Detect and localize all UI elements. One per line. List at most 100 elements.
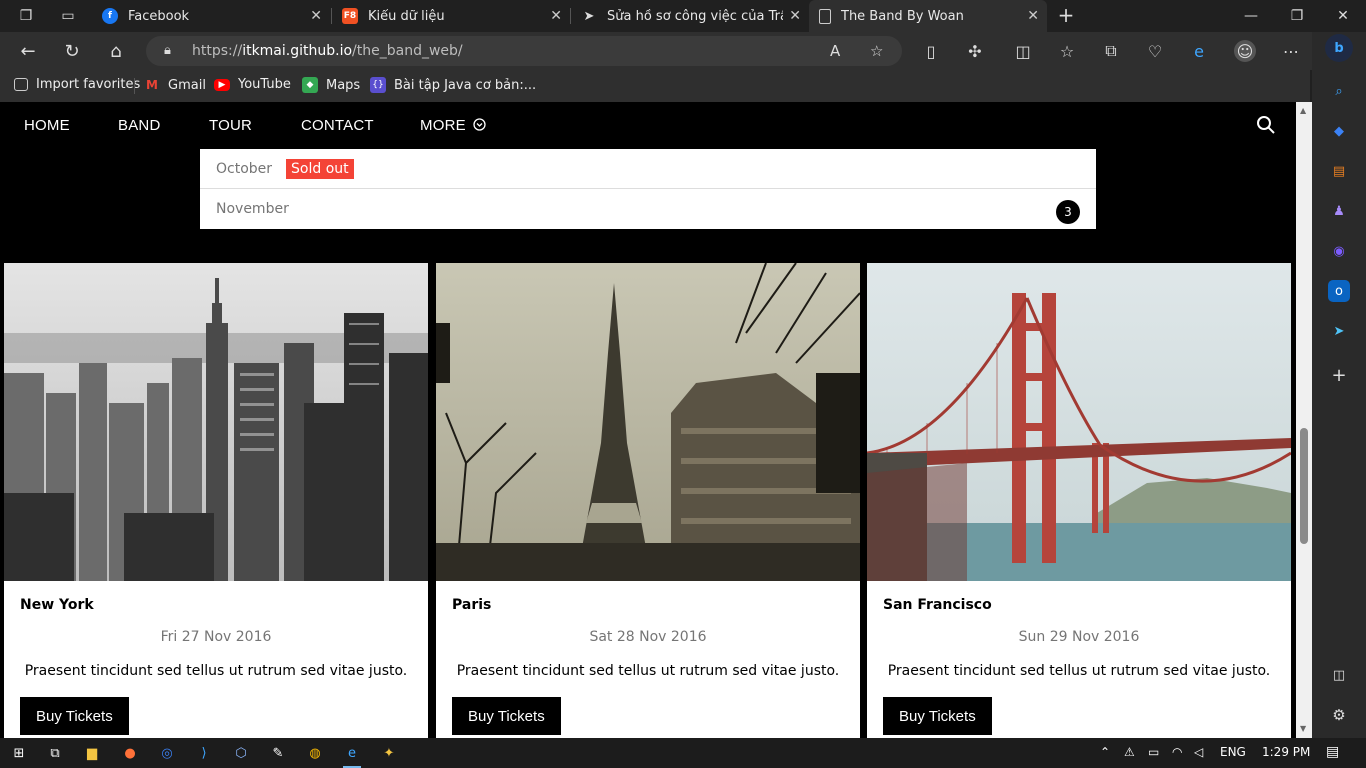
favorites-icon[interactable]: ☆ [1056, 40, 1078, 62]
nav-band[interactable]: BAND [118, 117, 160, 134]
back-icon[interactable]: ← [16, 39, 40, 63]
tab-actions-icon[interactable]: ▭ [54, 4, 82, 28]
wifi-icon[interactable]: ◠ [1172, 745, 1182, 759]
tab-facebook[interactable]: f Facebook ✕ [92, 0, 330, 32]
tray-app-icon[interactable]: ⚠ [1124, 745, 1135, 759]
new-tab-button[interactable]: + [1055, 4, 1077, 28]
home-icon[interactable]: ⌂ [104, 39, 128, 63]
new-york-image [4, 263, 428, 581]
firefox-icon[interactable]: ● [119, 743, 141, 763]
edge-icon[interactable]: e [341, 743, 363, 768]
favorite-gmail[interactable]: M Gmail [144, 77, 206, 93]
f8-icon: F8 [342, 8, 358, 24]
url-host: itkmai.github.io [242, 43, 353, 59]
month-name: November [216, 201, 289, 217]
tour-card-new-york: New York Fri 27 Nov 2016 Praesent tincid… [4, 263, 428, 738]
close-tab-icon[interactable]: ✕ [789, 8, 801, 24]
chrome-icon[interactable]: ◍ [304, 743, 326, 763]
card-date: Sun 29 Nov 2016 [1018, 629, 1140, 645]
tools-icon[interactable]: ▤ [1328, 160, 1350, 182]
outlook-icon[interactable]: o [1328, 280, 1350, 302]
close-tab-icon[interactable]: ✕ [310, 8, 322, 24]
windows-taskbar: ⊞ ⧉ ▆ ● ◎ ⟩ ⬡ ✎ ◍ e ✦ ⌃ ⚠ ▭ ◠ ◁ ENG 1:29… [0, 738, 1366, 768]
favorite-import[interactable]: Import favorites [14, 77, 140, 92]
language-indicator[interactable]: ENG [1220, 745, 1246, 759]
card-city: New York [20, 597, 94, 613]
restore-button[interactable]: ❐ [1274, 0, 1320, 32]
page-icon [819, 8, 831, 24]
ie-mode-icon[interactable]: e [1188, 40, 1210, 62]
page-scrollbar[interactable]: ▲ ▼ [1296, 102, 1312, 738]
arrow-favicon: ➤ [583, 8, 595, 24]
nav-tour[interactable]: TOUR [209, 117, 252, 134]
performance-icon[interactable]: ♡ [1144, 40, 1166, 62]
tray-overflow-icon[interactable]: ⌃ [1100, 745, 1110, 759]
scroll-up-arrow-icon[interactable]: ▲ [1300, 106, 1306, 115]
tab-title: Kiểu dữ liệu [368, 8, 445, 24]
sticky-app-icon[interactable]: ✦ [378, 743, 400, 763]
volume-icon[interactable]: ◁ [1194, 745, 1203, 759]
card-description: Praesent tincidunt sed tellus ut rutrum … [456, 663, 840, 679]
collections-icon[interactable]: ⧉ [1100, 40, 1122, 62]
ticket-count-badge: 3 [1056, 200, 1080, 224]
add-sidebar-app-icon[interactable]: + [1328, 364, 1350, 386]
split-screen-icon[interactable]: ◫ [1012, 40, 1034, 62]
notifications-icon[interactable]: ▤ [1326, 744, 1339, 760]
app-cube-icon[interactable]: ⬡ [230, 743, 252, 763]
nav-home[interactable]: HOME [24, 117, 70, 134]
more-menu-icon[interactable]: ⋯ [1280, 40, 1302, 62]
nav-contact[interactable]: CONTACT [301, 117, 374, 134]
refresh-icon[interactable]: ↻ [60, 39, 84, 63]
scrollbar-thumb[interactable] [1300, 428, 1308, 544]
send-icon[interactable]: ➤ [1328, 320, 1350, 342]
sold-out-badge: Sold out [286, 158, 354, 179]
card-city: Paris [452, 597, 492, 613]
clock[interactable]: 1:29 PM [1262, 745, 1310, 759]
zalo-icon[interactable]: ◎ [156, 743, 178, 763]
card-date: Fri 27 Nov 2016 [160, 629, 272, 645]
tab-title: Sửa hồ sơ công việc của Trần Kim [607, 8, 783, 24]
url-scheme: https:// [192, 43, 243, 59]
task-view-icon[interactable]: ⧉ [44, 743, 66, 763]
phone-icon[interactable]: ▯ [920, 40, 942, 62]
bing-chat-icon[interactable]: b [1325, 34, 1353, 62]
search-icon[interactable]: ⌕ [1328, 80, 1350, 102]
profile-avatar[interactable]: ☺ [1234, 40, 1256, 62]
month-row-november: November 3 [200, 189, 1096, 229]
read-aloud-icon[interactable]: A [830, 42, 840, 60]
office-icon[interactable]: ◉ [1328, 240, 1350, 262]
close-window-button[interactable]: ✕ [1320, 0, 1366, 32]
favorite-star-icon[interactable]: ☆ [870, 42, 883, 60]
java-icon: {} [370, 77, 386, 93]
month-name: October [216, 160, 273, 177]
tab-ho-so[interactable]: ➤ Sửa hồ sơ công việc của Trần Kim ✕ [571, 0, 809, 32]
buy-tickets-button[interactable]: Buy Tickets [883, 697, 992, 735]
buy-tickets-button[interactable]: Buy Tickets [452, 697, 561, 735]
start-icon[interactable]: ⊞ [8, 743, 30, 763]
notepad-icon[interactable]: ✎ [267, 743, 289, 763]
vscode-icon[interactable]: ⟩ [193, 743, 215, 763]
minimize-button[interactable]: — [1228, 0, 1274, 32]
settings-gear-icon[interactable]: ⚙ [1328, 704, 1350, 726]
close-tab-icon[interactable]: ✕ [1027, 8, 1039, 24]
sidebar-panel-icon[interactable]: ◫ [1328, 664, 1350, 686]
buy-tickets-button[interactable]: Buy Tickets [20, 697, 129, 735]
favorite-maps[interactable]: ◆ Maps [302, 77, 360, 93]
address-field[interactable]: 🔒︎ https://itkmai.github.io/the_band_web… [146, 36, 902, 66]
search-icon[interactable] [1256, 115, 1276, 135]
tab-kieu-du-lieu[interactable]: F8 Kiểu dữ liệu ✕ [332, 0, 570, 32]
shopping-icon[interactable]: ◆ [1328, 120, 1350, 142]
battery-icon[interactable]: ▭ [1148, 745, 1159, 759]
tab-the-band[interactable]: The Band By Woan ✕ [809, 0, 1047, 32]
extensions-icon[interactable]: ✣ [964, 40, 986, 62]
san-francisco-image [867, 263, 1291, 581]
nav-more[interactable]: MORE [420, 117, 486, 134]
favorite-java[interactable]: {} Bài tập Java cơ bản:... [370, 77, 536, 93]
file-explorer-icon[interactable]: ▆ [81, 743, 103, 763]
games-icon[interactable]: ♟ [1328, 200, 1350, 222]
month-row-october: October Sold out [200, 149, 1096, 189]
workspaces-icon[interactable]: ❐ [12, 4, 40, 28]
close-tab-icon[interactable]: ✕ [550, 8, 562, 24]
favorite-youtube[interactable]: ▶ YouTube [214, 77, 291, 92]
scroll-down-arrow-icon[interactable]: ▼ [1300, 724, 1306, 733]
